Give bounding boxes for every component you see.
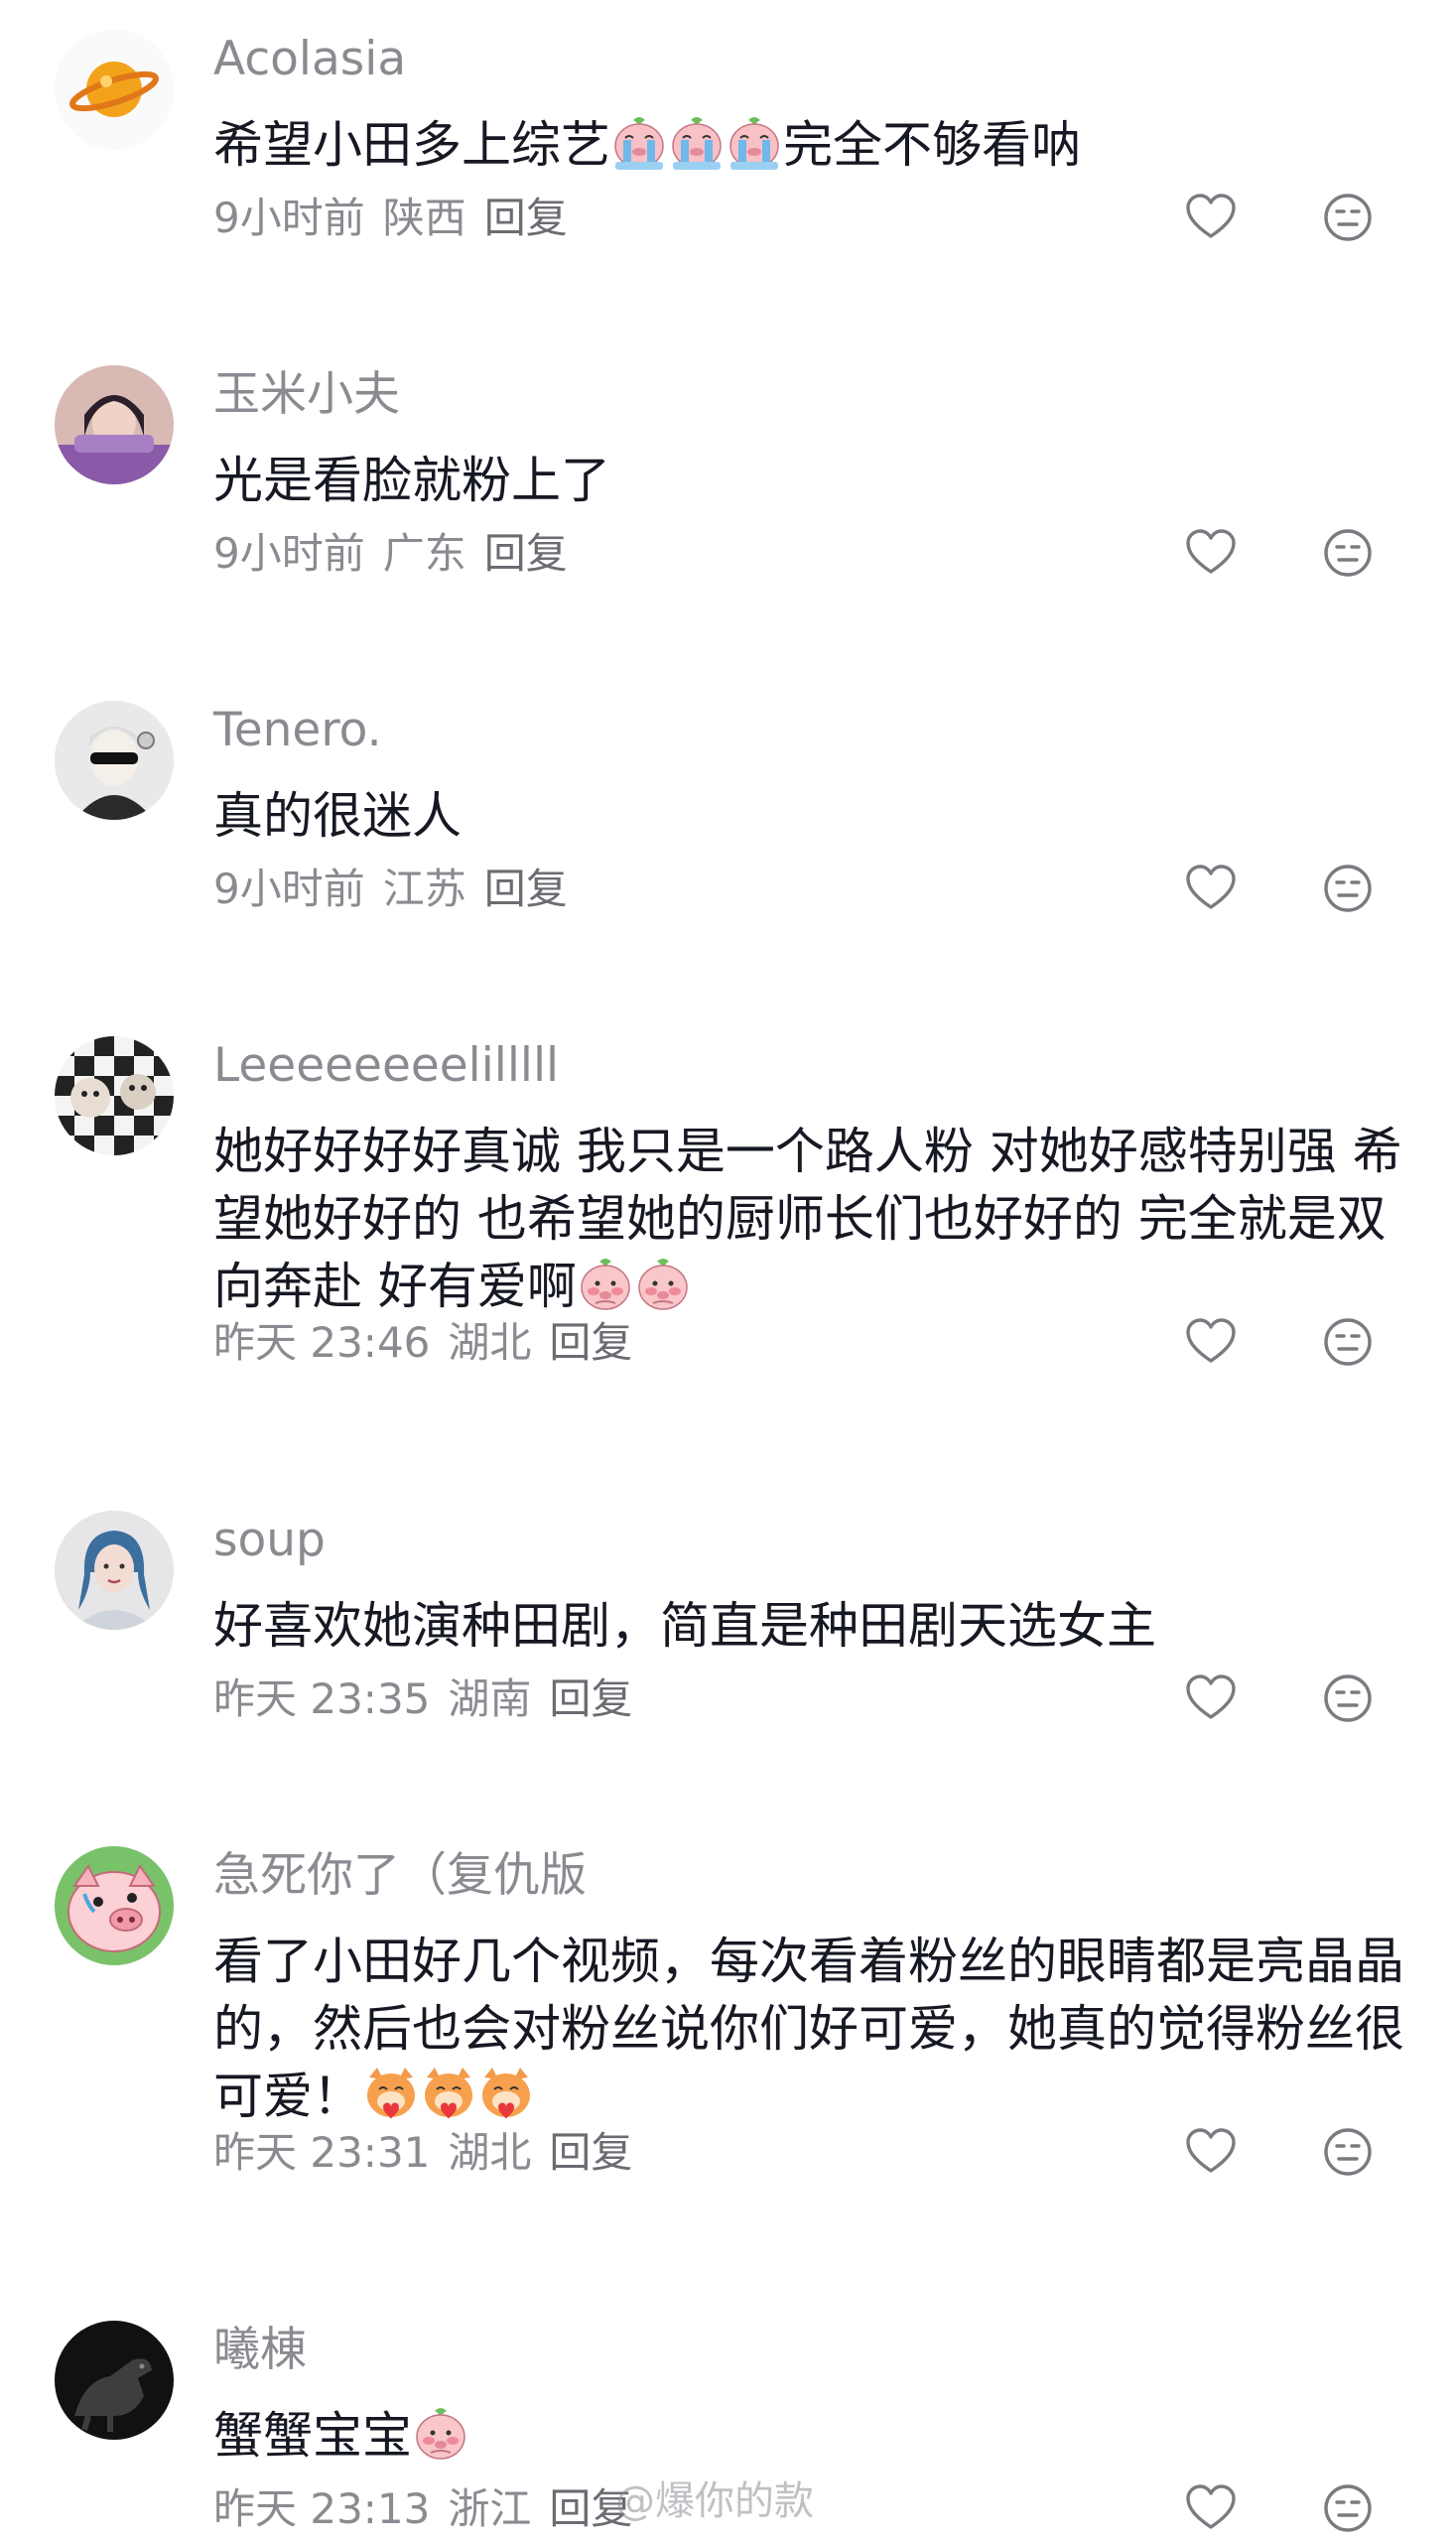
- user-avatar[interactable]: [55, 1036, 174, 1155]
- neutral-face-icon[interactable]: [1320, 525, 1376, 581]
- heart-outline-icon[interactable]: [1183, 1314, 1239, 1370]
- heart-cat-emoji: [361, 2064, 421, 2123]
- neutral-face-icon[interactable]: [1320, 1314, 1376, 1370]
- comment-text-body: 希望小田多上综艺: [213, 116, 610, 174]
- comment-text: 光是看脸就粉上了: [213, 447, 1404, 514]
- comment-meta: 9小时前 陕西 回复: [213, 194, 586, 243]
- comment-location: 陕西: [382, 194, 466, 242]
- neutral-face-icon[interactable]: [1320, 2124, 1376, 2180]
- comment-username[interactable]: 急死你了（复仇版: [213, 1848, 587, 1904]
- comment-meta: 昨天 23:31 湖北 回复: [213, 2128, 650, 2178]
- watermark: @爆你的款: [615, 2478, 814, 2524]
- reply-button[interactable]: 回复: [549, 1318, 632, 1367]
- comment-text-body: 真的很迷人: [213, 787, 462, 845]
- comment-text-tail: 完全不够看呐: [783, 116, 1081, 174]
- neutral-face-icon[interactable]: [1320, 2480, 1376, 2536]
- comment-location: 湖北: [448, 1318, 532, 1367]
- heart-outline-icon[interactable]: [1183, 525, 1239, 581]
- reply-button[interactable]: 回复: [549, 1674, 632, 1723]
- comment-meta: 昨天 23:35 湖南 回复: [213, 1674, 650, 1724]
- shy-pig-emoji: [633, 1254, 693, 1313]
- comment-text: 她好好好好真诚 我只是一个路人粉 对她好感特别强 希望她好好的 也希望她的厨师长…: [213, 1118, 1404, 1320]
- crying-pig-emoji: [609, 112, 669, 172]
- comment-time: 昨天 23:35: [213, 1674, 431, 1723]
- comment-username[interactable]: 玉米小夫: [213, 367, 400, 423]
- user-avatar[interactable]: [55, 30, 174, 149]
- crying-pig-emoji: [725, 112, 784, 172]
- heart-outline-icon[interactable]: [1183, 2124, 1239, 2180]
- comment-text-body: 蟹蟹宝宝: [213, 2407, 412, 2465]
- heart-cat-emoji: [419, 2064, 478, 2123]
- comment-location: 湖南: [448, 1674, 532, 1723]
- user-avatar[interactable]: [55, 2321, 174, 2440]
- comment-time: 9小时前: [213, 194, 365, 242]
- comment-username[interactable]: Leeeeeeeelilllll: [213, 1038, 559, 1094]
- comment-text: 希望小田多上综艺 完全不够看呐: [213, 111, 1404, 179]
- reply-button[interactable]: 回复: [484, 194, 568, 242]
- shy-pig-emoji: [576, 1254, 635, 1313]
- comment-time: 9小时前: [213, 529, 365, 578]
- heart-outline-icon[interactable]: [1183, 1671, 1239, 1726]
- comment-text: 看了小田好几个视频，每次看着粉丝的眼睛都是亮晶晶的，然后也会对粉丝说你们好可爱，…: [213, 1928, 1404, 2130]
- user-avatar[interactable]: [55, 365, 174, 484]
- comment-text-body: 好喜欢她演种田剧，简直是种田剧天选女主: [213, 1597, 1156, 1655]
- neutral-face-icon[interactable]: [1320, 861, 1376, 916]
- neutral-face-icon[interactable]: [1320, 190, 1376, 245]
- comment-username[interactable]: 曦棟: [213, 2323, 307, 2378]
- comment-meta: 昨天 23:13 浙江 回复: [213, 2484, 650, 2534]
- heart-outline-icon[interactable]: [1183, 2480, 1239, 2536]
- comment-text: 蟹蟹宝宝: [213, 2402, 1404, 2470]
- heart-outline-icon[interactable]: [1183, 861, 1239, 916]
- comment-time: 昨天 23:31: [213, 2128, 431, 2177]
- comment-time: 9小时前: [213, 865, 365, 913]
- comment-location: 湖北: [448, 2128, 532, 2177]
- user-avatar[interactable]: [55, 1846, 174, 1965]
- comment-time: 昨天 23:13: [213, 2484, 431, 2533]
- crying-pig-emoji: [667, 112, 727, 172]
- reply-button[interactable]: 回复: [484, 865, 568, 913]
- user-avatar[interactable]: [55, 701, 174, 820]
- comment-text: 好喜欢她演种田剧，简直是种田剧天选女主: [213, 1592, 1404, 1660]
- comment-text-body: 她好好好好真诚 我只是一个路人粉 对她好感特别强 希望她好好的 也希望她的厨师长…: [213, 1123, 1402, 1315]
- comment-meta: 9小时前 江苏 回复: [213, 865, 586, 914]
- comment-time: 昨天 23:46: [213, 1318, 431, 1367]
- comment-username[interactable]: Tenero.: [213, 703, 382, 758]
- comment-location: 浙江: [448, 2484, 532, 2533]
- comment-meta: 9小时前 广东 回复: [213, 529, 586, 579]
- comment-meta: 昨天 23:46 湖北 回复: [213, 1318, 650, 1368]
- heart-outline-icon[interactable]: [1183, 190, 1239, 245]
- comment-username[interactable]: soup: [213, 1513, 326, 1568]
- comment-username[interactable]: Acolasia: [213, 32, 406, 87]
- comment-location: 广东: [382, 529, 466, 578]
- neutral-face-icon[interactable]: [1320, 1671, 1376, 1726]
- heart-cat-emoji: [476, 2064, 536, 2123]
- user-avatar[interactable]: [55, 1511, 174, 1630]
- reply-button[interactable]: 回复: [484, 529, 568, 578]
- reply-button[interactable]: 回复: [549, 2128, 632, 2177]
- comment-text-body: 光是看脸就粉上了: [213, 452, 610, 509]
- comment-location: 江苏: [382, 865, 466, 913]
- comment-text: 真的很迷人: [213, 782, 1404, 850]
- shy-pig-emoji: [411, 2403, 470, 2463]
